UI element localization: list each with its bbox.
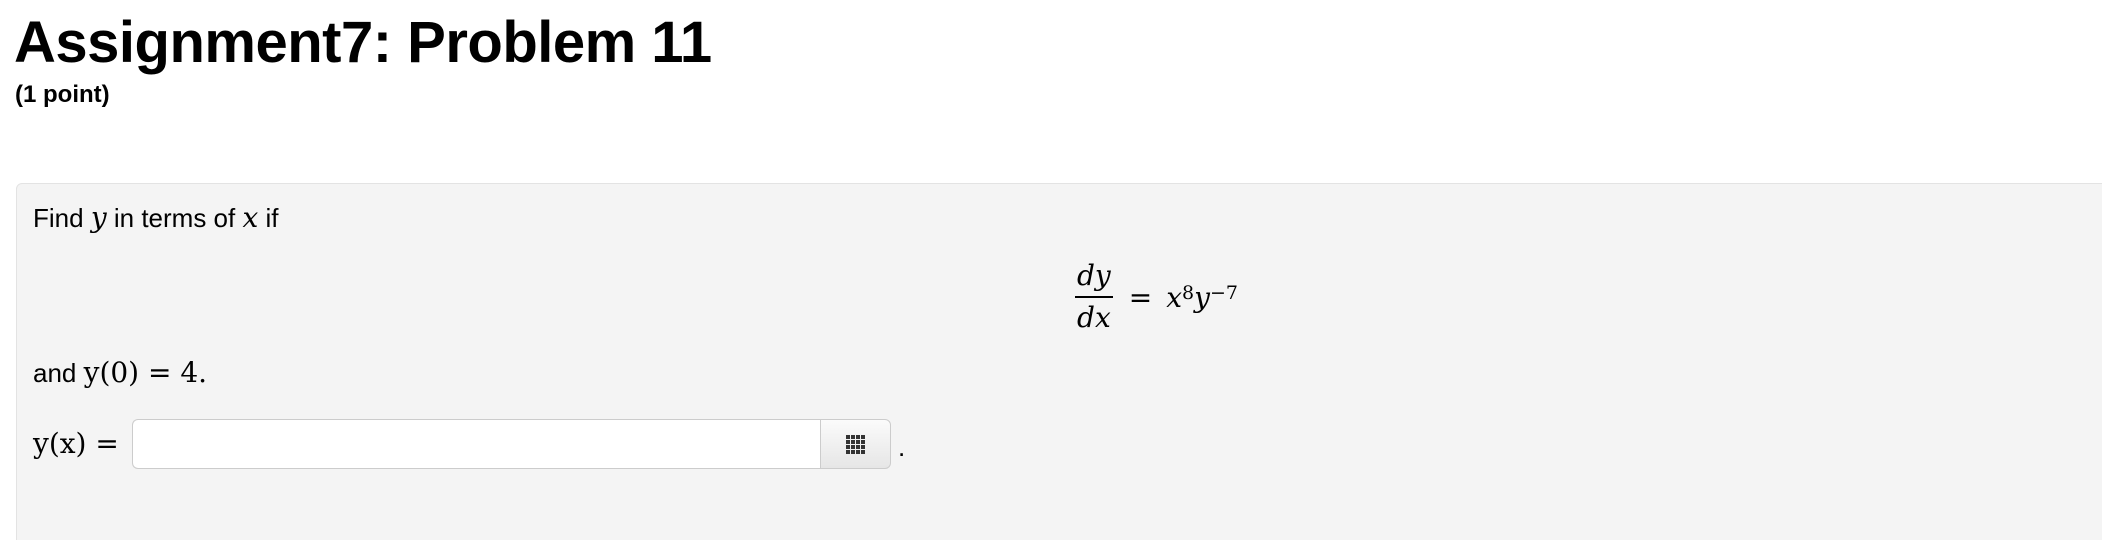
page-title: Assignment7: Problem 11 [14, 10, 712, 75]
condition-prefix: and [33, 358, 77, 388]
answer-input[interactable] [132, 419, 820, 469]
equals-sign: = [1128, 280, 1153, 314]
derivative-fraction: dy dx [1073, 259, 1115, 335]
equation-palette-button[interactable] [820, 419, 891, 469]
fraction-bar [1074, 296, 1113, 298]
answer-label-text: y(x) = [33, 427, 119, 460]
fraction-numerator: dy [1077, 259, 1111, 292]
answer-label: y(x) = [33, 424, 119, 464]
differential-equation: dy dx = x 8 y −7 [1073, 257, 1238, 337]
page: Assignment7: Problem 11 (1 point) Find y… [0, 0, 2102, 540]
points-value: (1 point) [15, 81, 110, 108]
statement-suffix: if [265, 203, 279, 233]
statement-middle: in terms of [113, 203, 236, 233]
variable-y: y [90, 201, 107, 234]
grid-icon [846, 434, 865, 454]
rhs-x-exponent: 8 [1182, 282, 1195, 304]
variable-x: x [242, 201, 259, 234]
problem-statement: Find y in terms of x if [33, 201, 279, 235]
condition-math: y(0) = 4. [83, 356, 208, 389]
rhs-y-exponent: −7 [1209, 282, 1238, 304]
statement-prefix: Find [33, 203, 84, 233]
rhs-y: y [1194, 280, 1210, 314]
trailing-period: . [898, 432, 906, 462]
problem-panel [16, 183, 2102, 540]
initial-condition: and y(0) = 4. [33, 356, 207, 390]
rhs-x: x [1166, 280, 1183, 314]
fraction-denominator: dx [1077, 301, 1111, 334]
